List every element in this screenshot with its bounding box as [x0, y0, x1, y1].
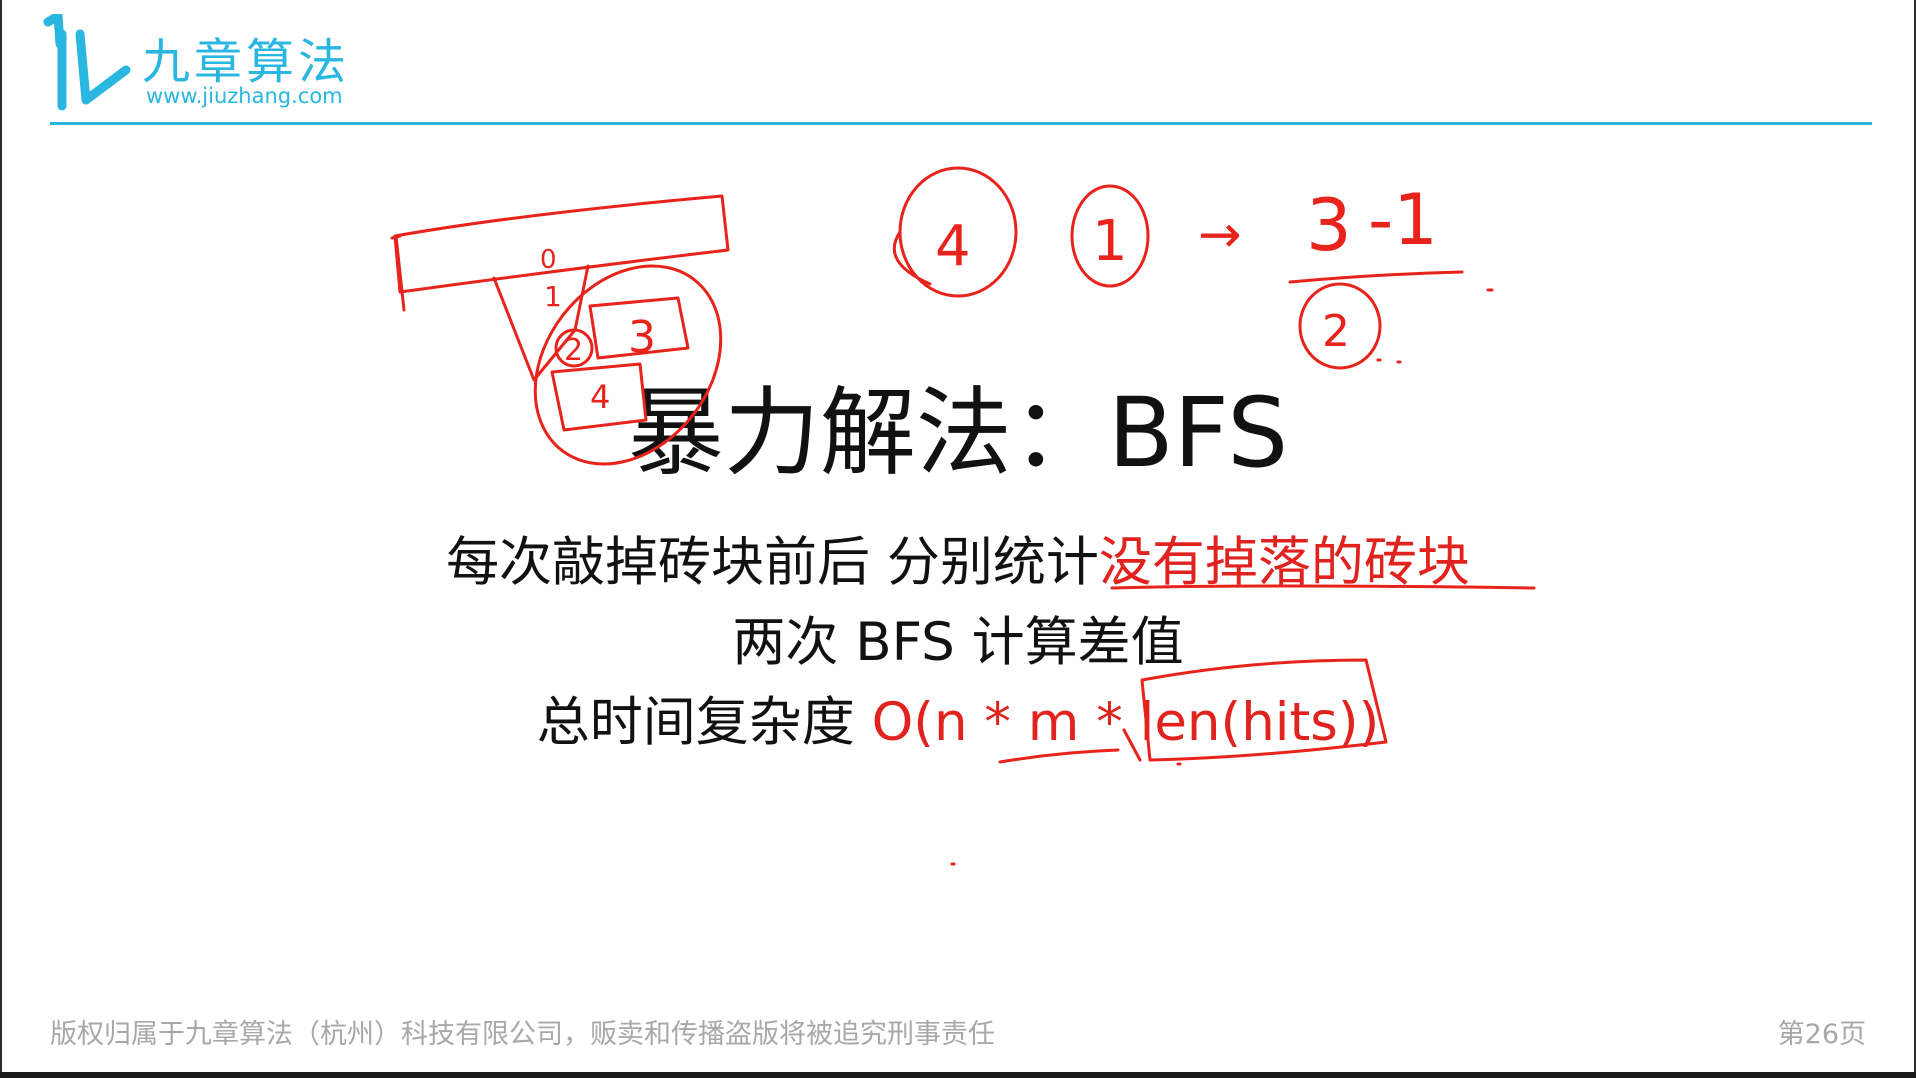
line-3-highlight: O(n * m * len(hits)) — [871, 692, 1380, 753]
annotation-circle-4-tail — [892, 230, 932, 286]
window-bottom-border — [0, 1072, 1916, 1078]
slide-line-2: 两次 BFS 计算差值 — [732, 612, 1184, 673]
brand-logo: 九章算法 www.jiuzhang.com — [42, 14, 382, 124]
annotation-top-bar — [393, 194, 730, 294]
annotation-seq-1: 1 — [1092, 209, 1128, 274]
header-divider — [50, 122, 1872, 125]
annotation-fraction-bar — [1288, 270, 1494, 292]
annotation-seq-2: 2 — [1322, 306, 1350, 357]
slide-line-3: 总时间复杂度 O(n * m * len(hits)) — [0, 680, 1916, 756]
annotation-bar-mark — [390, 234, 406, 312]
slide-title: 暴力解法：BFS — [627, 377, 1289, 489]
annotation-cell-box — [588, 296, 690, 360]
brand-url: www.jiuzhang.com — [146, 84, 343, 108]
line-1-highlight: 没有掉落的砖块 — [1098, 532, 1470, 593]
page-number: 第26页 — [1777, 1019, 1866, 1050]
line-3-text: 总时间复杂度 — [536, 692, 872, 753]
annotation-label-1: 1 — [544, 280, 562, 313]
annotation-circle-1 — [1070, 184, 1150, 288]
annotation-seq-3: 3 — [1306, 183, 1352, 267]
line-1-text: 每次敲掉砖块前后 分别统计 — [446, 532, 1099, 593]
brand-name: 九章算法 — [142, 34, 351, 90]
annotation-seq-arrow: → — [1198, 205, 1242, 265]
annotation-label-0: 0 — [540, 245, 557, 275]
annotation-seq-4: 4 — [935, 214, 971, 279]
annotation-circle-4 — [898, 166, 1018, 298]
annotation-seq-minus-1: -1 — [1368, 179, 1438, 261]
slide-line-1: 每次敲掉砖块前后 分别统计没有掉落的砖块 — [0, 520, 1916, 596]
copyright-notice: 版权归属于九章算法（杭州）科技有限公司，贩卖和传播盗版将被追究刑事责任 — [50, 1019, 995, 1050]
jiuzhang-logo-icon — [43, 14, 131, 111]
